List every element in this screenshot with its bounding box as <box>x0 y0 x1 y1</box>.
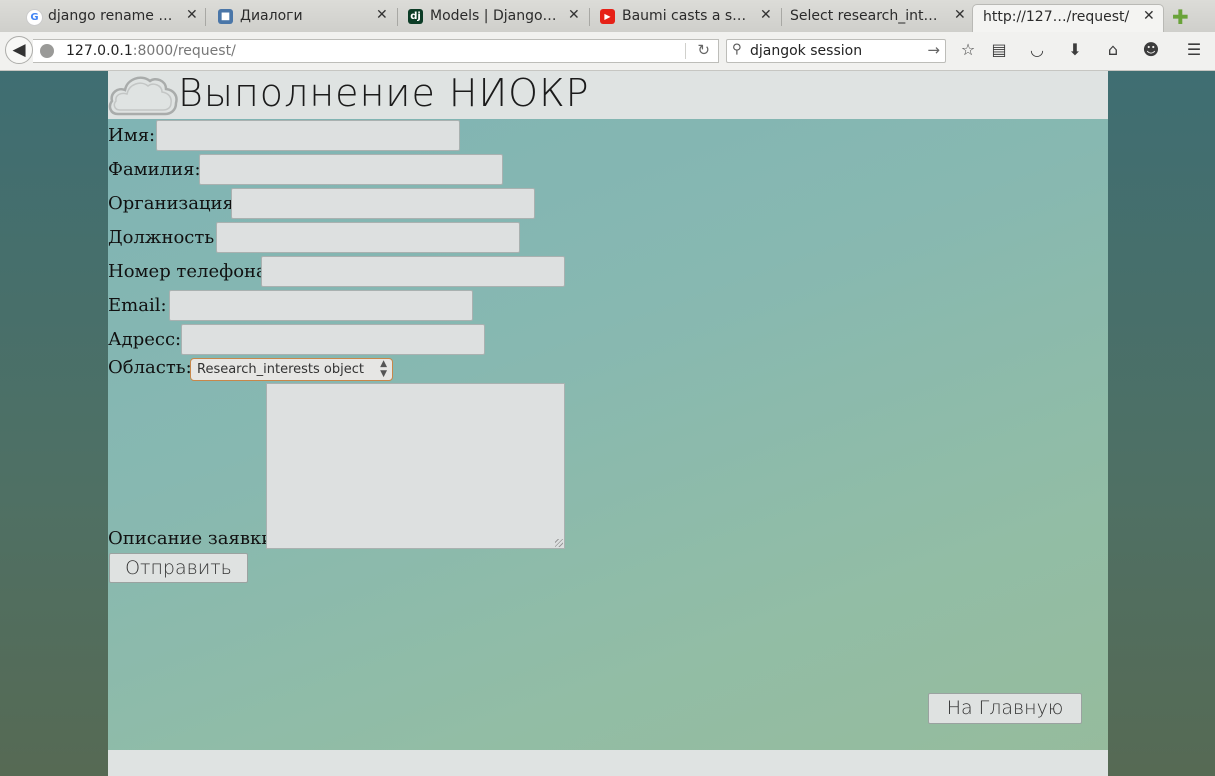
browser-toolbar: ◀ 127.0.0.1:8000/request/ ↻ ⚲ djangok se… <box>0 32 1215 71</box>
back-arrow-icon[interactable]: ◀ <box>5 36 33 64</box>
position-input[interactable] <box>216 222 520 253</box>
chat-icon: ■ <box>218 9 233 24</box>
chat-smiley-icon[interactable]: ☻ <box>1141 40 1161 60</box>
organization-label: Организация: <box>108 193 240 214</box>
new-tab-plus-icon[interactable]: ✚ <box>1172 5 1189 29</box>
phone-label: Номер телефона: <box>108 261 273 282</box>
search-bar[interactable]: ⚲ djangok session → <box>726 39 946 63</box>
bookmark-star-icon[interactable]: ☆ <box>958 40 978 60</box>
email-label: Email: <box>108 295 167 316</box>
close-icon[interactable]: ✕ <box>1143 8 1155 24</box>
tab-baumi[interactable]: ▶ Baumi casts a shi… ✕ <box>588 4 780 32</box>
tab-request-active[interactable]: http://127…/request/ ✕ <box>972 4 1164 32</box>
select-updown-arrow-icon: ▲ ▼ <box>380 359 387 379</box>
address-bar[interactable]: 127.0.0.1:8000/request/ ↻ <box>33 39 719 63</box>
last-name-input[interactable] <box>199 154 503 185</box>
tab-title: http://127…/request/ <box>983 9 1130 25</box>
tab-django-models[interactable]: dj Models | Django … ✕ <box>396 4 588 32</box>
reload-icon[interactable]: ↻ <box>697 41 710 59</box>
home-icon[interactable]: ⌂ <box>1103 40 1123 60</box>
reading-list-icon[interactable]: ▤ <box>989 40 1009 60</box>
tab-django-rename[interactable]: G django rename o… ✕ <box>14 4 204 32</box>
address-label: Адресс: <box>108 329 182 350</box>
email-input[interactable] <box>169 290 473 321</box>
close-icon[interactable]: ✕ <box>760 7 772 23</box>
first-name-input[interactable] <box>156 120 460 151</box>
last-name-label: Фамилия: <box>108 159 201 180</box>
tab-title: Models | Django … <box>430 8 558 24</box>
browser-tab-strip: G django rename o… ✕ ■ Диалоги ✕ dj Mode… <box>0 0 1215 33</box>
resize-grip-icon[interactable] <box>555 539 563 547</box>
site-header: Выполнение НИОКР <box>108 71 1108 119</box>
submit-button[interactable]: Отправить <box>109 553 248 583</box>
tab-title: Диалоги <box>240 8 303 24</box>
tab-dialogs[interactable]: ■ Диалоги ✕ <box>206 4 396 32</box>
pocket-icon[interactable]: ◡ <box>1027 40 1047 60</box>
tab-select-research[interactable]: Select research_inte… ✕ <box>780 4 970 32</box>
download-icon[interactable]: ⬇ <box>1065 40 1085 60</box>
area-select-value: Research_interests object <box>197 362 364 377</box>
area-label: Область: <box>108 357 192 378</box>
close-icon[interactable]: ✕ <box>568 7 580 23</box>
url-host: 127.0.0.1 <box>66 43 133 59</box>
position-label: Должность: <box>108 227 221 248</box>
address-input[interactable] <box>181 324 485 355</box>
first-name-label: Имя: <box>108 125 156 146</box>
address-divider <box>685 43 686 59</box>
site-footer <box>108 750 1108 776</box>
search-icon: ⚲ <box>732 42 742 57</box>
close-icon[interactable]: ✕ <box>186 7 198 23</box>
phone-input[interactable] <box>261 256 565 287</box>
organization-input[interactable] <box>231 188 535 219</box>
tab-title: django rename o… <box>48 8 176 24</box>
tab-title: Select research_inte… <box>790 8 942 24</box>
youtube-icon: ▶ <box>600 9 615 24</box>
url-text: 127.0.0.1:8000/request/ <box>66 43 236 59</box>
area-select[interactable]: Research_interests object ▲ ▼ <box>190 358 393 381</box>
search-go-arrow-icon[interactable]: → <box>927 41 940 59</box>
close-icon[interactable]: ✕ <box>954 7 966 23</box>
globe-icon <box>40 44 54 58</box>
description-label: Описание заявки: <box>108 528 280 549</box>
cloud-logo-icon <box>108 76 178 116</box>
tab-title: Baumi casts a shi… <box>622 8 750 24</box>
url-path: :8000/request/ <box>132 43 236 59</box>
description-textarea[interactable] <box>266 383 565 549</box>
home-button[interactable]: На Главную <box>928 693 1082 724</box>
menu-hamburger-icon[interactable]: ☰ <box>1184 40 1204 60</box>
page-content: Выполнение НИОКР Имя: Фамилия: Организац… <box>108 71 1108 776</box>
search-input[interactable]: djangok session <box>750 43 862 59</box>
site-title: Выполнение НИОКР <box>178 71 590 115</box>
google-icon: G <box>26 9 43 26</box>
django-icon: dj <box>408 9 423 24</box>
close-icon[interactable]: ✕ <box>376 7 388 23</box>
